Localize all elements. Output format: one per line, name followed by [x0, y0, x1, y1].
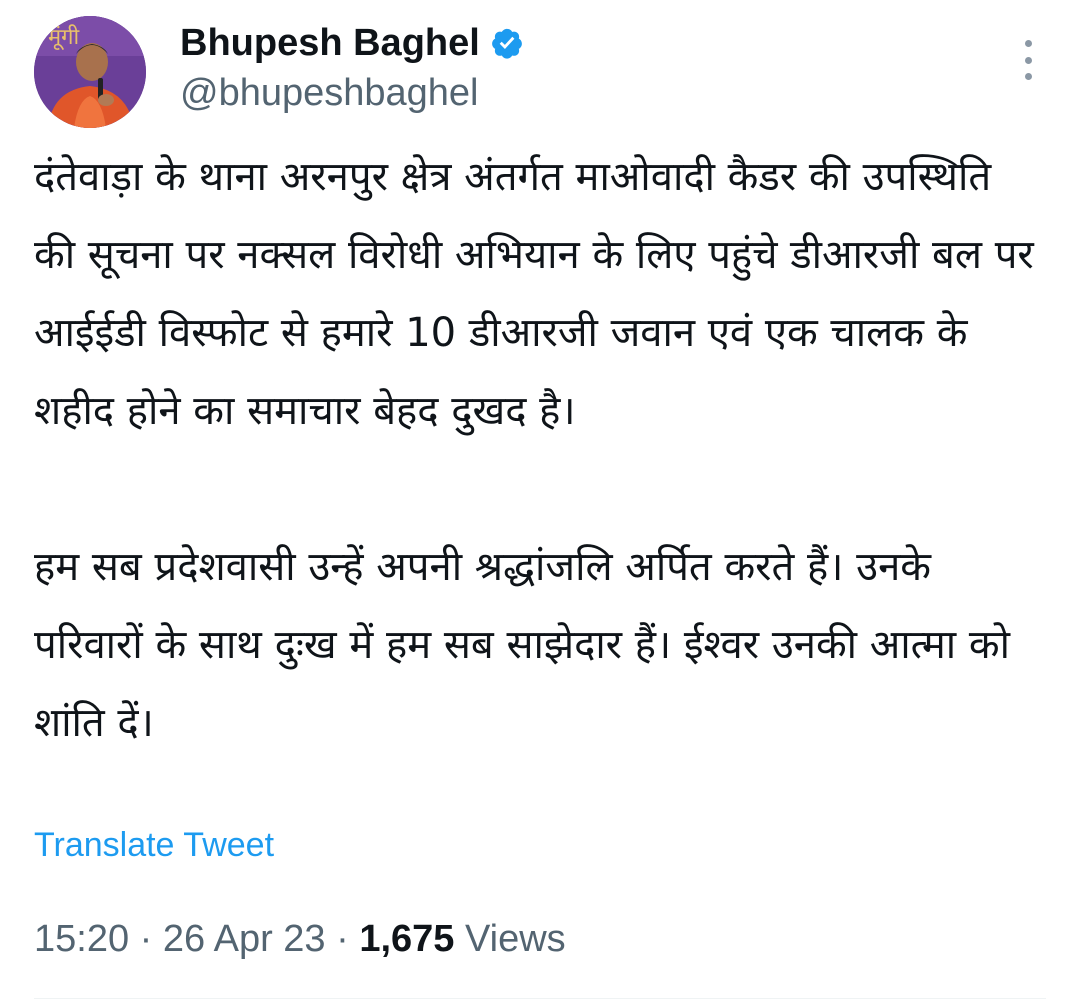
meta-separator: ·	[129, 918, 163, 960]
tweet-date[interactable]: 26 Apr 23	[163, 918, 326, 961]
views-label-text: Views	[465, 918, 566, 960]
verified-badge-icon	[490, 26, 524, 60]
translate-tweet-link[interactable]: Translate Tweet	[34, 826, 274, 865]
display-name[interactable]: Bhupesh Baghel	[180, 20, 480, 66]
meta-separator: ·	[325, 918, 360, 960]
tweet-paragraph: हम सब प्रदेशवासी उन्हें अपनी श्रद्धांजलि…	[34, 544, 1010, 746]
profile-photo-icon: मूंगी	[34, 16, 146, 128]
tweet-time[interactable]: 15:20	[34, 918, 129, 961]
more-dot	[1024, 73, 1032, 80]
display-name-row: Bhupesh Baghel	[180, 20, 524, 66]
more-dot	[1024, 40, 1032, 47]
user-handle[interactable]: @bhupeshbaghel	[180, 70, 524, 116]
user-names: Bhupesh Baghel @bhupeshbaghel	[180, 20, 524, 116]
tweet-paragraph: दंतेवाड़ा के थाना अरनपुर क्षेत्र अंतर्गत…	[34, 154, 1034, 434]
avatar-lettering: मूंगी	[48, 24, 80, 51]
avatar[interactable]: मूंगी	[34, 16, 146, 128]
views-count: 1,675	[359, 918, 455, 960]
tweet-metadata: 15:20 · 26 Apr 23 · 1,675 Views	[34, 918, 566, 961]
tweet-header: मूंगी Bhupesh Baghel @bhupeshbaghel	[34, 16, 1046, 128]
more-dot	[1024, 56, 1032, 64]
views-label: Views	[454, 918, 566, 961]
tweet-text: दंतेवाड़ा के थाना अरनपुर क्षेत्र अंतर्गत…	[34, 138, 1044, 762]
more-options-icon[interactable]	[1016, 40, 1040, 80]
divider	[34, 998, 1046, 999]
